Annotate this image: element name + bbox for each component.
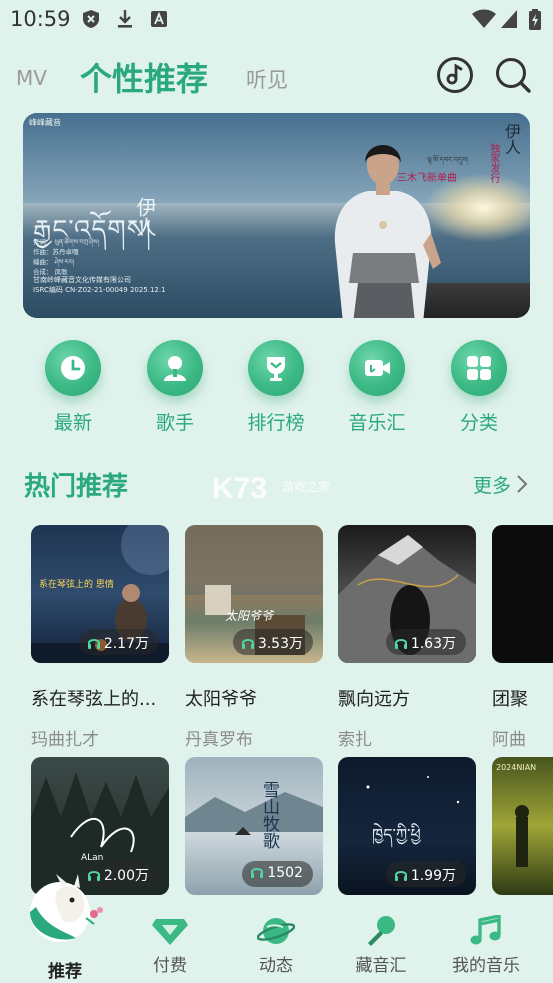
nav-feed[interactable]: 动态 bbox=[236, 915, 316, 976]
album-card[interactable]: ཁྱེད་ཀྱི་ཕྱི 1.99万 bbox=[338, 757, 476, 895]
album-card[interactable]: 团聚 阿曲 bbox=[492, 525, 553, 750]
status-time: 10:59 bbox=[10, 7, 71, 31]
headphone-icon bbox=[251, 868, 264, 878]
download-icon bbox=[118, 10, 132, 28]
singer-portrait bbox=[334, 145, 441, 318]
section-title: 热门推荐 bbox=[24, 472, 129, 502]
trophy-icon bbox=[267, 357, 285, 381]
planet-icon bbox=[257, 918, 295, 944]
microphone-icon bbox=[368, 916, 395, 946]
play-count: 1.99万 bbox=[385, 861, 466, 887]
headphone-icon bbox=[394, 639, 407, 649]
nav-recommend[interactable]: 推荐 bbox=[25, 953, 105, 982]
clock-icon bbox=[61, 356, 85, 380]
album-cover: 系在琴弦上的 思情 2.17万 bbox=[31, 525, 169, 663]
cover-text: ཁྱེད་ཀྱི་ཕྱི bbox=[372, 825, 421, 844]
cover-text: 雪山牧歌 bbox=[259, 781, 279, 849]
album-cover: 1.63万 bbox=[338, 525, 476, 663]
album-artist: 丹真罗布 bbox=[185, 730, 253, 750]
album-title: 太阳爷爷 bbox=[185, 689, 257, 710]
album-card[interactable]: 太阳爷爷 3.53万 太阳爷爷 丹真罗布 bbox=[185, 525, 323, 750]
quick-nav-latest[interactable]: 最新 bbox=[43, 340, 103, 435]
font-icon bbox=[151, 11, 167, 27]
album-title: 系在琴弦上的... bbox=[31, 689, 157, 710]
mascot-icon[interactable] bbox=[26, 872, 106, 944]
cover-text: 系在琴弦上的 思情 bbox=[39, 580, 114, 590]
tab-mv[interactable]: MV bbox=[16, 66, 47, 90]
album-card[interactable]: 2024NIAN bbox=[492, 757, 553, 895]
album-cover: ཁྱེད་ཀྱི་ཕྱི 1.99万 bbox=[338, 757, 476, 895]
banner-new-single: 三木飞新单曲 bbox=[397, 173, 457, 184]
watermark-text: 游戏之家 bbox=[282, 480, 331, 494]
play-count: 2.17万 bbox=[78, 629, 159, 655]
banner-title-cn: 伊人 bbox=[133, 197, 157, 237]
album-art bbox=[515, 805, 529, 867]
banner-exclusive: 独家发行 bbox=[488, 143, 499, 183]
search-icon[interactable] bbox=[494, 56, 532, 94]
diamond-icon bbox=[152, 919, 188, 945]
nav-paid[interactable]: 付费 bbox=[130, 915, 210, 976]
music-disc-icon[interactable] bbox=[436, 56, 474, 94]
album-title: 飘向远方 bbox=[338, 689, 410, 710]
more-link[interactable]: 更多 bbox=[473, 471, 511, 498]
play-count: 3.53万 bbox=[232, 629, 313, 655]
play-count: 1502 bbox=[242, 861, 313, 887]
quick-nav-chart[interactable]: 排行榜 bbox=[246, 340, 306, 435]
album-artist: 阿曲 bbox=[492, 730, 526, 750]
chevron-right-icon[interactable] bbox=[516, 474, 528, 494]
cover-text: 太阳爷爷 bbox=[225, 609, 274, 623]
album-title: 团聚 bbox=[492, 689, 528, 710]
music-note-icon bbox=[470, 915, 501, 945]
album-artist: 玛曲扎才 bbox=[31, 730, 99, 750]
album-cover: 2024NIAN bbox=[492, 757, 553, 895]
nav-my-music[interactable]: 我的音乐 bbox=[446, 915, 526, 976]
headphone-icon bbox=[394, 871, 407, 881]
tab-listen[interactable]: 听见 bbox=[246, 64, 288, 94]
tab-recommend[interactable]: 个性推荐 bbox=[80, 54, 208, 100]
signal-icon bbox=[501, 10, 517, 28]
headphone-icon bbox=[87, 639, 100, 649]
album-cover: 太阳爷爷 3.53万 bbox=[185, 525, 323, 663]
banner-credits: 作词： ཕུན་ཚོགས་བཀྲ་ཤིས། 作曲：苏丹卓嘎 编曲： ཤེས་རབ… bbox=[33, 238, 99, 276]
shield-icon bbox=[83, 10, 99, 28]
quick-nav-music-hub[interactable]: 音乐汇 bbox=[347, 340, 407, 435]
watermark-logo: K73 bbox=[212, 472, 268, 505]
wifi-icon bbox=[472, 9, 496, 28]
play-count: 1.63万 bbox=[385, 629, 466, 655]
banner-company: 甘南岭峰藏音文化传媒有限公司 ISRC编码 CN-Z02-21-00049 20… bbox=[33, 276, 166, 294]
album-cover bbox=[492, 525, 553, 663]
album-card[interactable]: 雪山牧歌 1502 bbox=[185, 757, 323, 895]
album-cover: 雪山牧歌 1502 bbox=[185, 757, 323, 895]
battery-icon bbox=[529, 9, 541, 30]
quick-nav-singer[interactable]: 歌手 bbox=[145, 340, 205, 435]
status-bar: 10:59 bbox=[0, 0, 553, 38]
headphone-icon bbox=[241, 639, 254, 649]
album-artist: 索扎 bbox=[338, 730, 372, 750]
album-card[interactable]: 1.63万 飘向远方 索扎 bbox=[338, 525, 476, 750]
nav-tibetan-hub[interactable]: 藏音汇 bbox=[341, 915, 421, 976]
banner-carousel[interactable]: 峰峰藏音 རྒྱང་འདོགས། 伊人 作词： ཕུན་ཚོགས་བཀྲ་ཤིས… bbox=[23, 113, 530, 318]
banner-logo: 峰峰藏音 bbox=[29, 118, 61, 127]
album-card[interactable]: 系在琴弦上的 思情 2.17万 系在琴弦上的... 玛曲扎才 bbox=[31, 525, 169, 750]
singer-icon bbox=[164, 356, 186, 381]
grid-icon bbox=[467, 356, 491, 380]
banner-song-name: 伊人 bbox=[502, 123, 521, 155]
video-icon bbox=[365, 360, 390, 376]
quick-nav-category[interactable]: 分类 bbox=[449, 340, 509, 435]
